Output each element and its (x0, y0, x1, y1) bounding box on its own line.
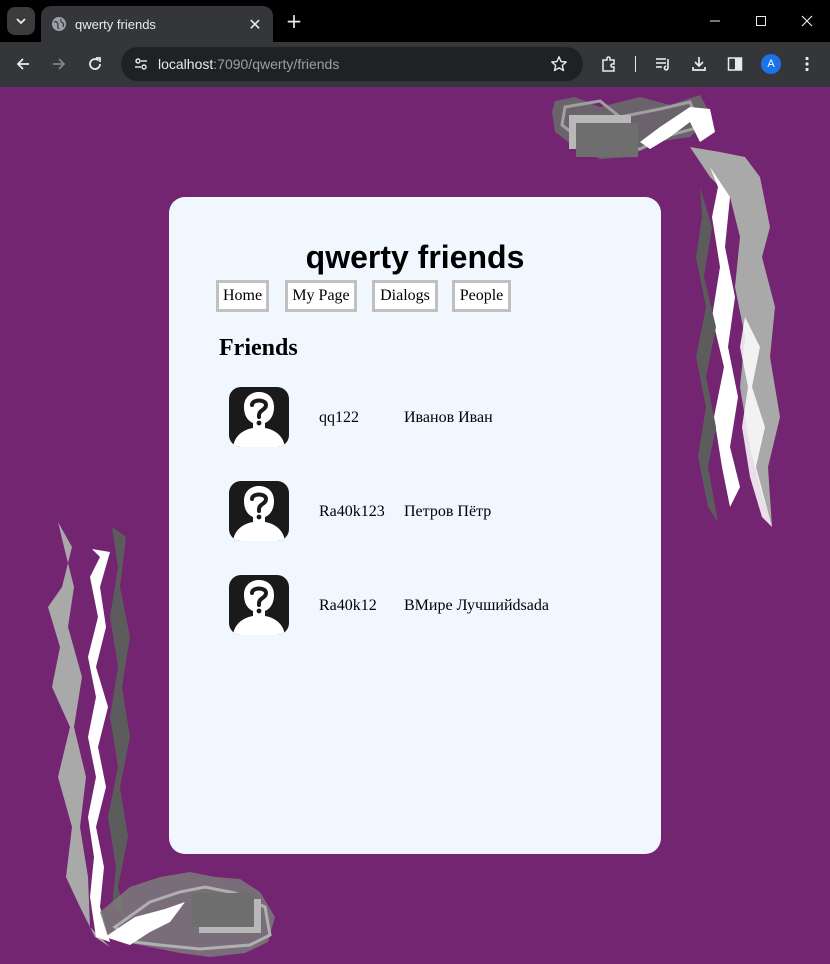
friend-login[interactable]: qq122 (319, 409, 359, 427)
url-text[interactable]: localhost:7090/qwerty/friends (158, 56, 339, 72)
site-title: qwerty friends (169, 239, 661, 276)
browser-toolbar: localhost:7090/qwerty/friends A (0, 42, 830, 87)
extensions-icon[interactable] (597, 52, 621, 76)
page-viewport: qwerty friends Home My Page Dialogs Peop… (0, 87, 830, 964)
unknown-person-icon (229, 481, 289, 541)
friend-login[interactable]: Ra40k12 (319, 597, 377, 615)
forward-button[interactable] (45, 50, 73, 78)
url-host: localhost (158, 56, 214, 72)
avatar[interactable] (229, 481, 289, 541)
arrow-right-icon (53, 58, 66, 70)
friend-row[interactable]: Ra40k12 ВМире Лучшийdsada (229, 575, 629, 635)
arrow-left-icon (16, 58, 29, 70)
maximize-icon (756, 16, 766, 26)
close-icon (801, 15, 813, 27)
site-settings-icon[interactable] (129, 52, 153, 76)
download-icon[interactable] (687, 52, 711, 76)
avatar[interactable] (229, 575, 289, 635)
url-path: :7090/qwerty/friends (213, 56, 340, 72)
avatar[interactable] (229, 387, 289, 447)
reload-icon (89, 57, 101, 70)
bookmark-star-icon[interactable] (547, 52, 571, 76)
active-tab[interactable]: qwerty friends ✕ (41, 6, 273, 42)
close-window-button[interactable] (784, 6, 830, 36)
friend-name[interactable]: ВМире Лучшийdsada (404, 597, 549, 615)
back-button[interactable] (9, 50, 37, 78)
globe-icon (51, 16, 67, 32)
toolbar-divider (635, 56, 636, 72)
chevron-down-icon (16, 18, 26, 25)
nav-home-link[interactable]: Home (216, 280, 269, 312)
reading-list-icon[interactable] (651, 52, 675, 76)
tab-title: qwerty friends (75, 16, 156, 32)
close-icon[interactable]: ✕ (245, 14, 265, 34)
site-title-text: qwerty friends (305, 239, 525, 275)
main-card: qwerty friends Home My Page Dialogs Peop… (169, 197, 661, 854)
friend-login[interactable]: Ra40k123 (319, 503, 385, 521)
unknown-person-icon (229, 575, 289, 635)
browser-chrome: qwerty friends ✕ + localhost:7090/qwerty… (0, 0, 830, 87)
profile-avatar[interactable]: A (761, 54, 781, 74)
nav-my-page-link[interactable]: My Page (285, 280, 357, 312)
minimize-button[interactable] (692, 6, 738, 36)
minimize-icon (710, 20, 720, 22)
friends-heading: Friends (219, 335, 298, 361)
maximize-button[interactable] (738, 6, 784, 36)
nav-people-link[interactable]: People (452, 280, 511, 312)
new-tab-button[interactable]: + (282, 9, 306, 33)
friend-name[interactable]: Иванов Иван (404, 409, 493, 427)
friend-row[interactable]: Ra40k123 Петров Пётр (229, 481, 629, 541)
side-panel-icon[interactable] (723, 52, 747, 76)
tab-search-button[interactable] (7, 7, 35, 35)
friend-name[interactable]: Петров Пётр (404, 503, 491, 521)
friend-row[interactable]: qq122 Иванов Иван (229, 387, 629, 447)
tab-bar: qwerty friends ✕ + (0, 0, 830, 42)
reload-button[interactable] (81, 50, 109, 78)
address-bar[interactable]: localhost:7090/qwerty/friends (121, 47, 583, 81)
menu-kebab-icon[interactable] (795, 52, 819, 76)
nav-dialogs-link[interactable]: Dialogs (372, 280, 438, 312)
unknown-person-icon (229, 387, 289, 447)
